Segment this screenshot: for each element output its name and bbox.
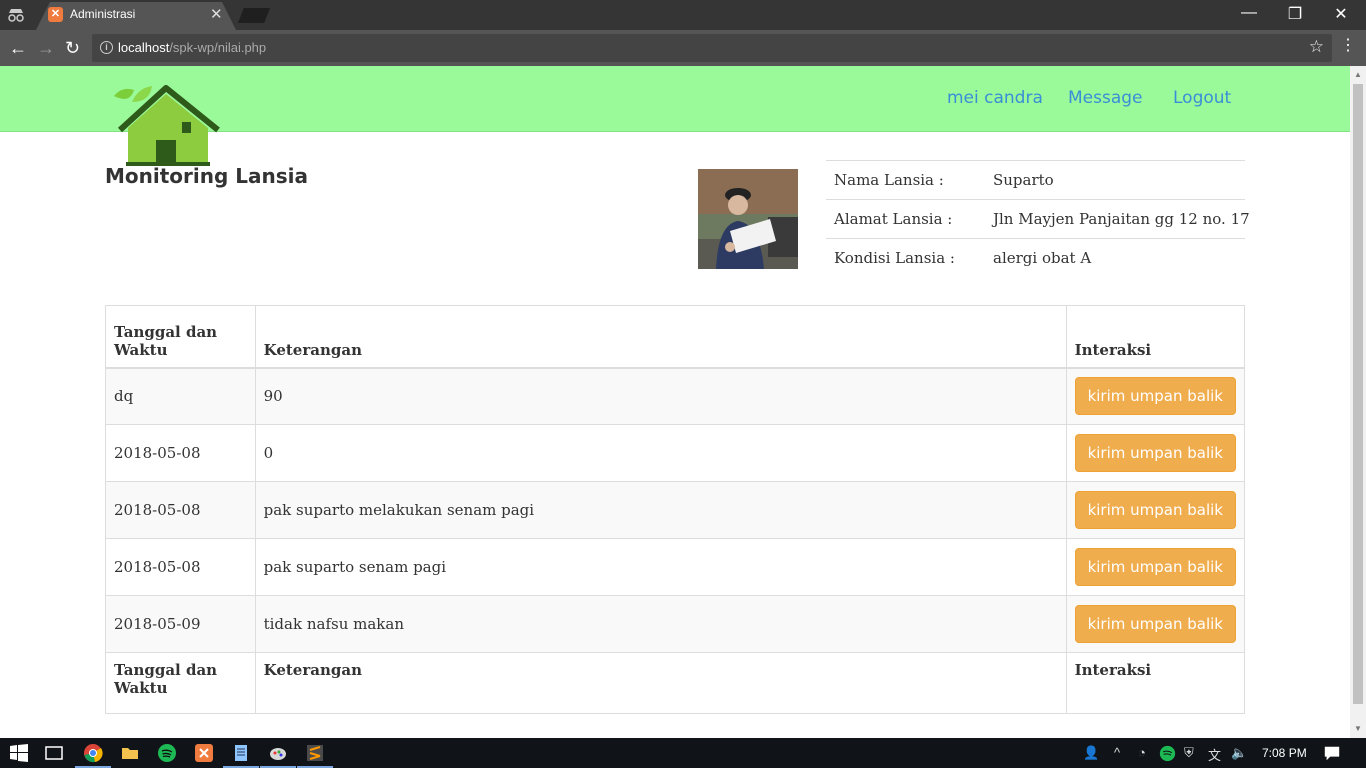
notification-icon[interactable] [1323,744,1341,762]
table-row: 2018-05-09 tidak nafsu makan kirim umpan… [105,595,1246,653]
cell-keterangan: pak suparto senam pagi [254,538,1067,596]
brand-title: Monitoring Lansia [105,164,309,188]
forward-icon[interactable]: → [37,38,55,58]
back-icon[interactable]: ← [9,38,27,58]
page-viewport: mei candra Message Logout Monitoring Lan… [0,66,1350,738]
header-keterangan: Keterangan [254,305,1067,369]
browser-menu-icon[interactable]: ⋮ [1340,38,1356,54]
tab-title: Administrasi [70,7,136,21]
notepad-icon[interactable] [231,743,251,763]
browser-tabbar: ✕ Administrasi ✕ — ❐ ✕ [0,0,1366,30]
cell-interaksi: kirim umpan balik [1065,538,1246,596]
feedback-button[interactable]: kirim umpan balik [1074,491,1236,529]
nav-message-link[interactable]: Message [1068,88,1143,108]
feedback-button[interactable]: kirim umpan balik [1074,605,1236,643]
xampp-icon[interactable] [194,743,214,763]
paint-icon[interactable] [268,743,288,763]
feedback-button[interactable]: kirim umpan balik [1074,548,1236,586]
language-icon[interactable]: 文 [1208,745,1221,764]
cell-keterangan: pak suparto melakukan senam pagi [254,481,1067,539]
table-row: 2018-05-08 0 kirim umpan balik [105,424,1246,482]
address-bar[interactable]: i localhost/spk-wp/nilai.php ☆ [92,34,1332,62]
scroll-down-icon[interactable]: ▼ [1354,724,1362,733]
elder-photo [698,169,798,269]
cell-interaksi: kirim umpan balik [1065,367,1246,425]
taskbar-clock[interactable]: 7:08 PM [1262,746,1307,760]
cell-interaksi: kirim umpan balik [1065,424,1246,482]
tray-chevron-icon[interactable]: ^ [1114,745,1120,760]
footer-interaksi: Interaksi [1065,652,1246,714]
people-icon[interactable]: 👤 [1083,745,1099,761]
feedback-button[interactable]: kirim umpan balik [1074,434,1236,472]
task-view-icon[interactable] [44,743,64,763]
file-explorer-icon[interactable] [120,743,140,763]
scroll-thumb[interactable] [1353,84,1363,704]
sublime-text-icon[interactable] [305,743,325,763]
cell-date: 2018-05-08 [105,481,256,539]
table-row: dq 90 kirim umpan balik [105,367,1246,425]
cell-interaksi: kirim umpan balik [1065,595,1246,653]
profile-row-name: Nama Lansia : Suparto [826,160,1245,199]
windows-taskbar: 👤 ^ ◔ ⛨ 文 🔈 7:08 PM [0,738,1366,768]
footer-keterangan: Keterangan [254,652,1067,714]
incognito-icon [8,9,24,22]
tab-close-icon[interactable]: ✕ [210,5,223,23]
cell-date: 2018-05-08 [105,538,256,596]
header-date: Tanggal dan Waktu [105,305,256,369]
cell-keterangan: 90 [254,367,1067,425]
close-window-icon[interactable]: ✕ [1318,4,1364,24]
chrome-icon[interactable] [83,743,103,763]
nav-logout-link[interactable]: Logout [1173,88,1231,108]
security-shield-icon[interactable]: ⛨ [1184,745,1194,761]
url-text[interactable]: localhost/spk-wp/nilai.php [118,40,266,55]
spotify-icon[interactable] [157,743,177,763]
table-header-row: Tanggal dan Waktu Keterangan Interaksi [105,305,1246,369]
browser-toolbar: ← → ↻ i localhost/spk-wp/nilai.php ☆ ⋮ [0,30,1366,66]
cell-date: 2018-05-09 [105,595,256,653]
table-row: 2018-05-08 pak suparto melakukan senam p… [105,481,1246,539]
nav-user-link[interactable]: mei candra [947,88,1043,108]
browser-tab-content[interactable]: ✕ Administrasi ✕ [48,5,226,25]
house-logo-icon [114,85,220,166]
cell-date: dq [105,367,256,425]
volume-icon[interactable]: 🔈 [1231,745,1247,761]
header-interaksi: Interaksi [1065,305,1246,369]
profile-row-condition: Kondisi Lansia : alergi obat A [826,238,1245,277]
cell-interaksi: kirim umpan balik [1065,481,1246,539]
feedback-button[interactable]: kirim umpan balik [1074,377,1236,416]
cell-keterangan: tidak nafsu makan [254,595,1067,653]
spotify-tray-icon[interactable] [1159,745,1176,762]
monitoring-table: Tanggal dan Waktu Keterangan Interaksi d… [105,305,1246,714]
windows-start-icon[interactable] [9,743,29,763]
restore-icon[interactable]: ❐ [1272,4,1318,24]
profile-row-address: Alamat Lansia : Jln Mayjen Panjaitan gg … [826,199,1250,238]
footer-date: Tanggal dan Waktu [105,652,256,714]
wifi-icon[interactable]: ◔ [1138,745,1146,760]
info-icon[interactable]: i [100,41,113,54]
page-scrollbar[interactable]: ▲ ▼ [1350,66,1366,738]
xampp-favicon-icon: ✕ [48,7,63,22]
new-tab-button[interactable] [238,8,270,23]
cell-date: 2018-05-08 [105,424,256,482]
minimize-icon[interactable]: — [1226,4,1272,22]
reload-icon[interactable]: ↻ [65,38,80,58]
table-footer-row: Tanggal dan Waktu Keterangan Interaksi [105,652,1246,714]
table-row: 2018-05-08 pak suparto senam pagi kirim … [105,538,1246,596]
scroll-up-icon[interactable]: ▲ [1354,70,1362,79]
cell-keterangan: 0 [254,424,1067,482]
bookmark-star-icon[interactable]: ☆ [1309,37,1324,57]
